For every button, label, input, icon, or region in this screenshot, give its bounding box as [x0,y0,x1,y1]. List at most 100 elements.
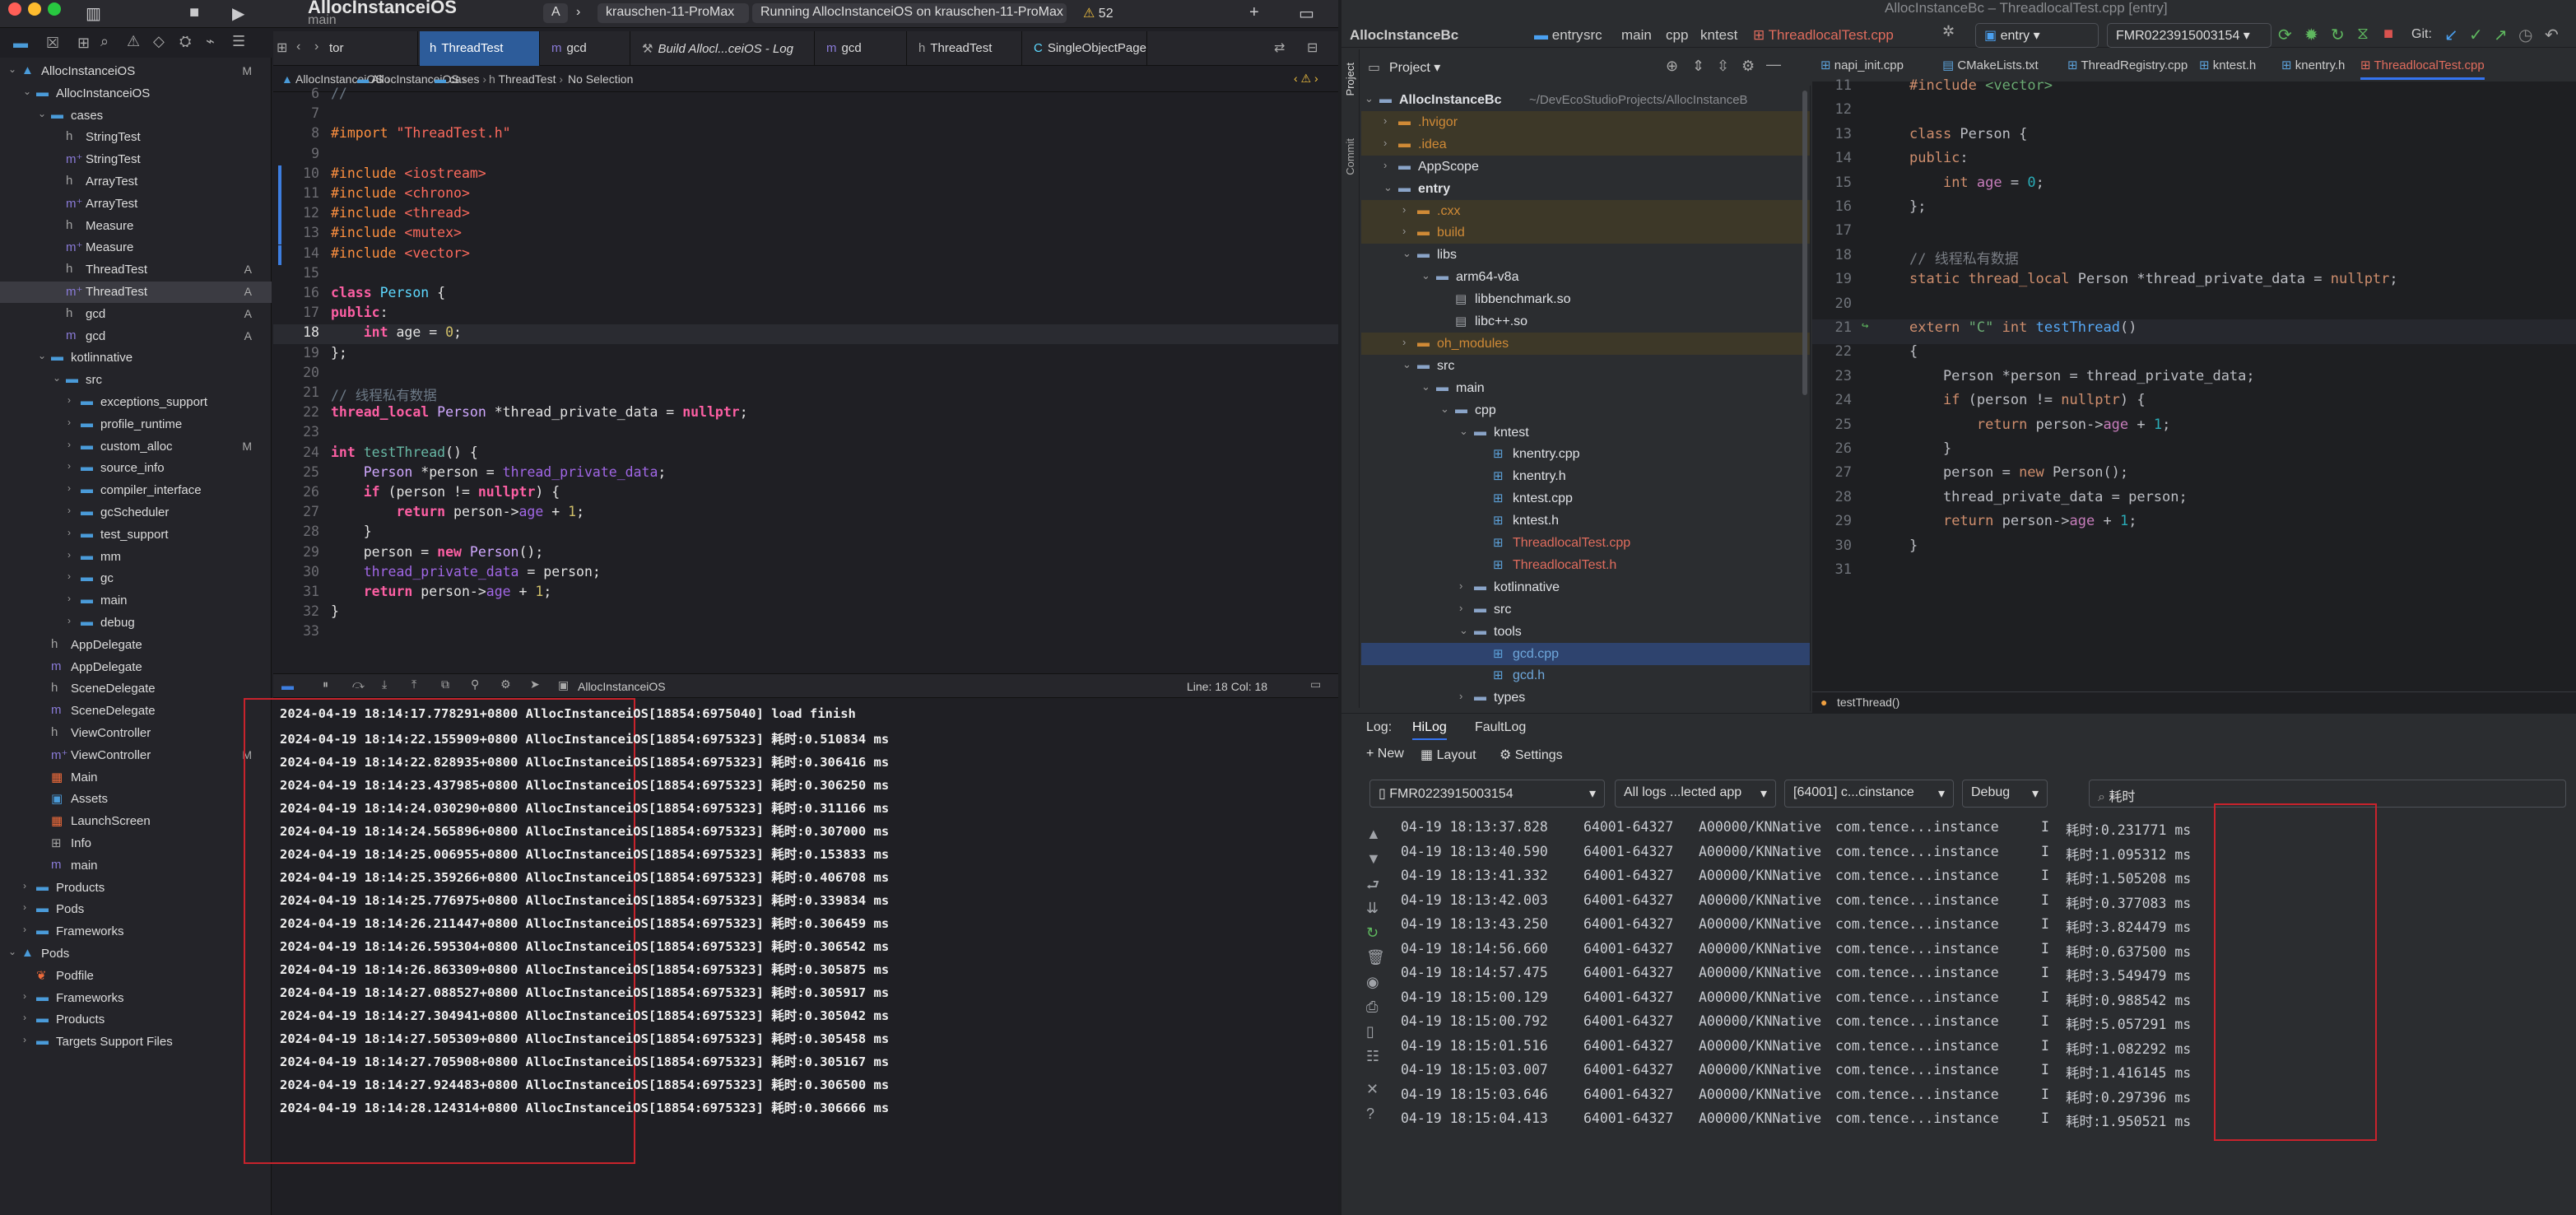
navigator-item[interactable]: ⌄ ▲ AllocInstanceiOS M [0,61,272,82]
editor-tab[interactable]: ▤ CMakeLists.txt [1942,58,2039,72]
code-editor[interactable]: 11 #include <vector> 12 13 class Person {14 p… [1812,77,2576,691]
chevron-right-icon[interactable]: › [1383,137,1387,149]
navigator-item[interactable]: ⌄ ▲ Pods [0,943,272,965]
new-log-button[interactable]: + New [1366,747,1404,761]
chevron-down-icon[interactable]: ⌄ [8,63,16,75]
chevron-down-icon[interactable]: ⌄ [1383,181,1393,194]
tab-hilog[interactable]: HiLog [1412,720,1447,740]
chevron-right-icon[interactable]: › [1459,602,1462,614]
navigator-item[interactable]: m gcd A [0,326,272,347]
back-icon[interactable]: ‹ [296,40,300,54]
project-tree-item[interactable]: ⌄ ▬ AllocInstanceBc ~/DevEcoStudioProjects/… [1361,89,1810,111]
chevron-right-icon[interactable]: › [67,549,71,561]
navigator-item[interactable]: › ▬ gc [0,568,272,589]
minimize-window-button[interactable] [28,2,41,16]
chevron-right-icon[interactable]: › [67,460,71,472]
minimize-icon[interactable]: — [1766,56,1781,73]
profile-icon[interactable]: ⧖ [2357,25,2369,44]
navigator-item[interactable]: h ArrayTest [0,171,272,193]
chevron-right-icon[interactable]: › [1402,203,1406,216]
editor-tab[interactable]: m gcd [542,31,630,66]
project-tree-item[interactable]: ⊞ gcd.h [1361,664,1810,687]
chevron-down-icon[interactable]: ⌄ [1459,425,1468,438]
chevron-down-icon[interactable]: ⌄ [1421,269,1430,282]
navigator-item[interactable]: h gcd A [0,304,272,325]
project-tree-item[interactable]: ▤ libbenchmark.so [1361,288,1810,310]
restart-icon[interactable]: ↻ [1366,924,1379,942]
chevron-right-icon[interactable]: › [67,394,71,406]
navigator-item[interactable]: › ▬ Products [0,878,272,899]
project-tree-item[interactable]: › ▬ build [1361,221,1810,244]
location-icon[interactable]: ➤ [530,677,540,691]
navigator-item[interactable]: h SceneDelegate [0,678,272,700]
navigator-item[interactable]: m⁺ ArrayTest [0,193,272,215]
scroll-to-end-icon[interactable]: ⇊ [1366,900,1379,917]
environment-icon[interactable]: ⚙ [500,677,511,691]
chevron-down-icon[interactable]: ⌄ [1421,380,1430,393]
navigator-item[interactable]: › ▬ debug [0,612,272,634]
navigator-item[interactable]: h StringTest [0,127,272,148]
chevron-right-icon[interactable]: › [1459,580,1462,592]
project-tree-item[interactable]: › ▬ .hvigor [1361,110,1810,133]
chevron-down-icon[interactable]: ⌄ [1459,624,1468,637]
jump-bar-item[interactable]: No Selection [568,72,633,86]
module-selector[interactable]: ▣ entry ▾ [1975,23,2099,48]
symbol-icon[interactable]: ⊞ [77,35,90,52]
chevron-right-icon[interactable]: › [23,880,26,891]
scheme-icon[interactable]: A [543,3,568,23]
navigator-item[interactable]: › ▬ gcScheduler [0,502,272,524]
scroll-up-icon[interactable]: ▲ [1366,826,1381,843]
gutter-arrow-icon[interactable]: ↪ [1862,319,1868,333]
print-icon[interactable]: ⎙ [1366,999,1378,1016]
navigator-item[interactable]: m⁺ Measure [0,237,272,258]
navigator-item[interactable]: ⌄ ▬ AllocInstanceiOS [0,83,272,105]
editor-tab[interactable]: ⊞ kntest.h [2199,58,2256,72]
navigator-item[interactable]: ▣ Assets [0,789,272,810]
device-dropdown[interactable]: ▯ FMR0223915003154 ▾ [1369,780,1605,808]
breadcrumb-item[interactable]: main [1621,27,1652,44]
project-tool-tab[interactable]: Project [1344,63,1356,95]
chevron-right-icon[interactable]: › [1459,690,1462,702]
view-hierarchy-icon[interactable]: ⧉ [441,677,449,691]
chevron-down-icon[interactable]: ⌄ [38,350,46,361]
breadcrumb-item[interactable]: kntest [1700,27,1737,44]
navigator-item[interactable]: m⁺ ViewController M [0,745,272,766]
stop-icon[interactable]: ■ [189,3,199,22]
chevron-right-icon[interactable]: › [23,1012,26,1023]
project-tree-item[interactable]: › ▬ types [1361,687,1810,709]
step-over-icon[interactable]: ⤼ [352,677,365,691]
navigator-item[interactable]: ❦ Podfile [0,966,272,987]
navigator-item[interactable]: m⁺ StringTest [0,149,272,170]
git-update-icon[interactable]: ↙ [2444,25,2458,45]
test-icon[interactable]: ◇ [153,33,165,50]
git-push-icon[interactable]: ↗ [2494,25,2508,45]
navigator-item[interactable]: › ▬ mm [0,547,272,568]
project-tree-item[interactable]: ⊞ kntest.h [1361,510,1810,532]
add-icon[interactable]: + [1249,3,1259,22]
inspector-toggle-icon[interactable]: ▭ [1299,3,1314,24]
editor-tab[interactable]: tor [321,31,418,66]
step-out-icon[interactable]: ⤒ [412,677,416,691]
navigator-item[interactable]: › ▬ test_support [0,524,272,546]
project-tree-item[interactable]: ⊞ gcd.cpp [1361,642,1810,665]
help-icon[interactable]: ? [1366,1106,1374,1123]
scrollbar[interactable] [1802,91,1807,395]
project-tree-item[interactable]: ⊞ ThreadlocalTest.h [1361,554,1810,576]
console-toggle-icon[interactable]: ▬ [281,679,294,693]
sidebar-toggle-icon[interactable]: ▥ [86,3,101,24]
chevron-right-icon[interactable]: › [67,439,71,450]
collapse-all-icon[interactable]: ⇳ [1717,58,1729,75]
git-commit-icon[interactable]: ✓ [2469,25,2483,45]
navigator-item[interactable]: ⊞ Info [0,833,272,854]
navigator-item[interactable]: m SceneDelegate [0,701,272,722]
project-tree-item[interactable]: ⌄ ▬ src [1361,355,1810,377]
chevron-right-icon[interactable]: › [1402,336,1406,348]
navigator-item[interactable]: ▦ LaunchScreen [0,811,272,832]
code-editor[interactable]: 6 // 7 8 #import "ThreadTest.h" 9 10 #include <… [273,86,1338,673]
debug-icon[interactable]: ⛭ [179,33,191,50]
layout-button[interactable]: ▦ Layout [1421,747,1476,763]
device-selector[interactable]: FMR0223915003154 ▾ [2107,23,2271,48]
editor-tab[interactable]: m gcd [816,31,907,66]
project-tree-item[interactable]: › ▬ kotlinnative [1361,576,1810,598]
report-icon[interactable]: ☰ [232,33,245,50]
